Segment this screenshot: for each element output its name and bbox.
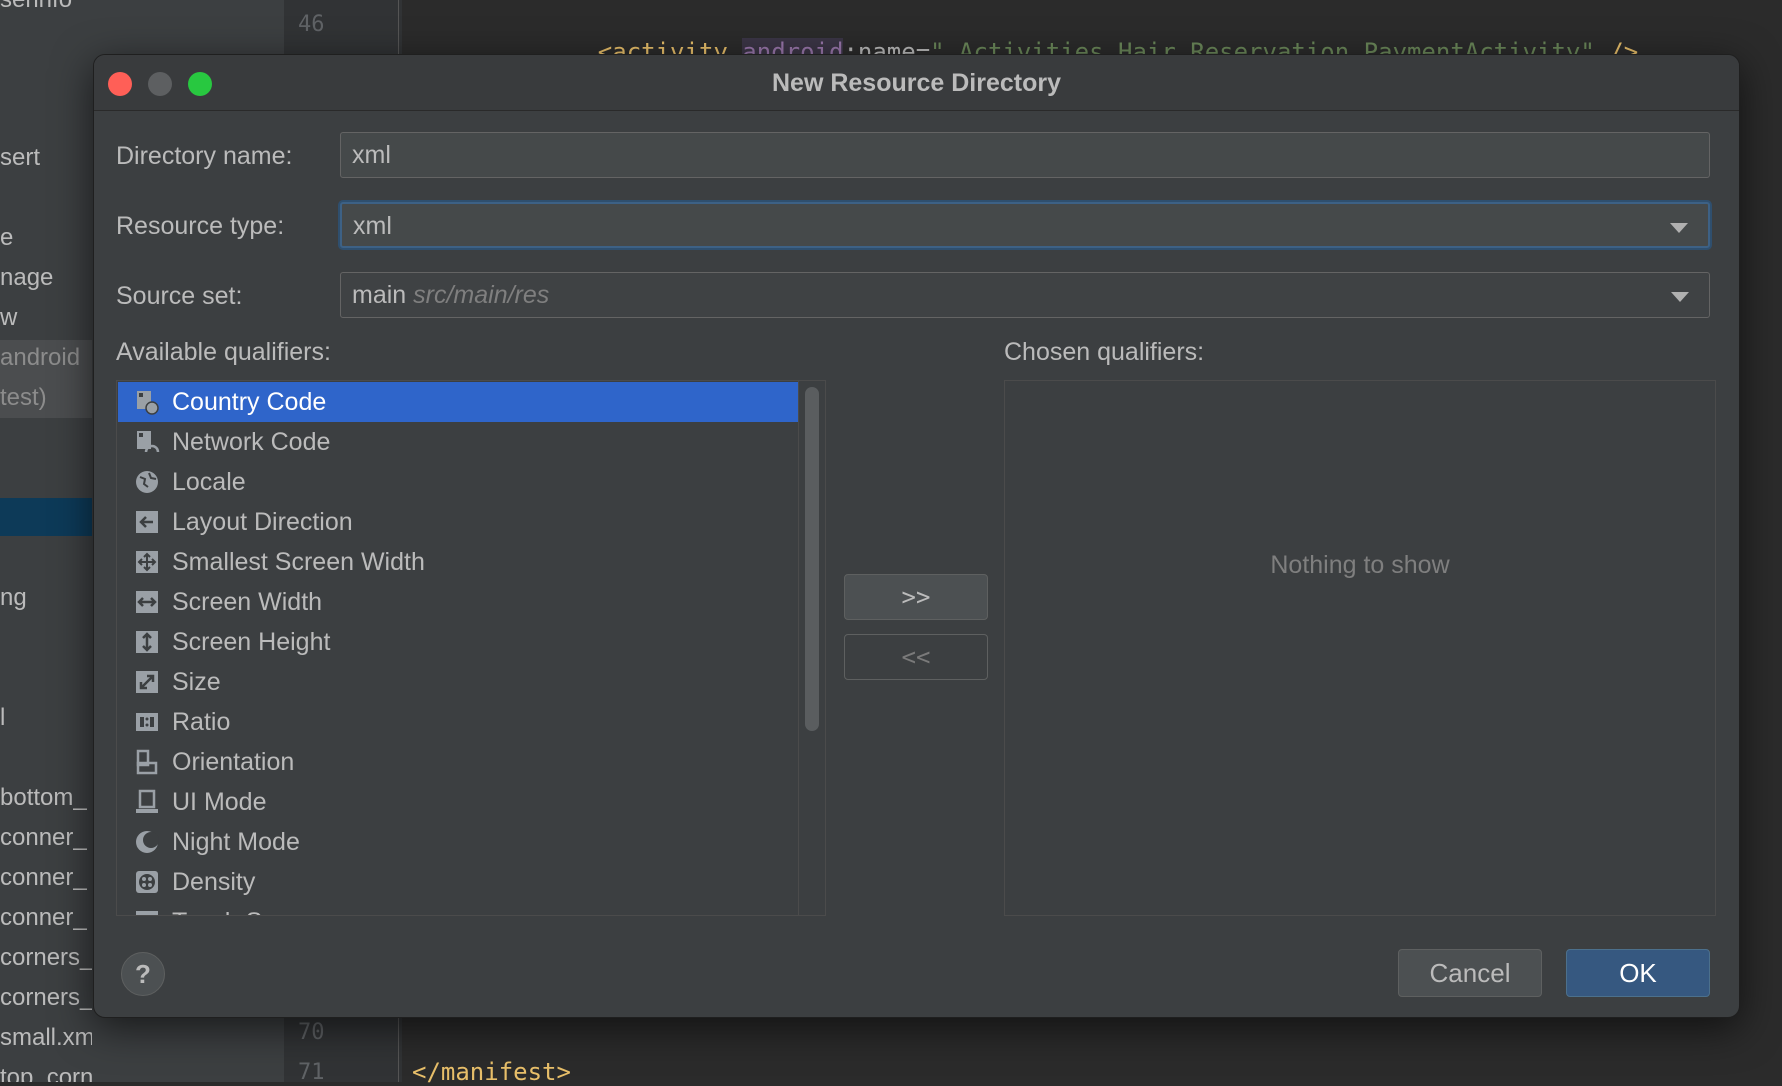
remove-qualifier-button[interactable]: <<	[844, 634, 988, 680]
tree-item[interactable]: conner_	[0, 864, 87, 892]
qualifier-item[interactable]: Country Code	[118, 382, 798, 422]
qualifier-item[interactable]: Locale	[118, 462, 798, 502]
qualifier-label: Screen Width	[172, 588, 323, 616]
tree-focus-highlight	[0, 498, 92, 536]
qualifier-item[interactable]: Screen Height	[118, 622, 798, 662]
qualifier-item[interactable]: UI Mode	[118, 782, 798, 822]
tree-item[interactable]: ng	[0, 584, 27, 612]
scrollbar[interactable]	[798, 381, 825, 915]
dialog-titlebar[interactable]: New Resource Directory	[94, 55, 1739, 111]
tree-item[interactable]: conner_	[0, 824, 87, 852]
qualifier-label: Locale	[172, 468, 246, 496]
size-icon	[134, 669, 160, 695]
smallest-width-icon	[134, 549, 160, 575]
country-code-icon	[134, 389, 160, 415]
resource-type-label: Resource type:	[116, 212, 285, 240]
network-code-icon	[134, 429, 160, 455]
qualifier-label: Country Code	[172, 388, 327, 416]
directory-name-input[interactable]: xml	[340, 132, 1710, 178]
tree-item[interactable]: w	[0, 304, 17, 332]
ratio-icon	[134, 709, 160, 735]
qualifier-label: Size	[172, 668, 221, 696]
chevron-down-icon[interactable]	[1671, 292, 1689, 302]
chevron-down-icon[interactable]	[1670, 223, 1688, 233]
qualifier-item[interactable]: Orientation	[118, 742, 798, 782]
new-resource-directory-dialog: New Resource Directory Directory name: x…	[93, 54, 1740, 1018]
night-mode-icon	[134, 829, 160, 855]
tree-item[interactable]: small.xml	[0, 1024, 92, 1052]
source-set-path-hint: src/main/res	[413, 281, 550, 309]
source-set-select[interactable]: main src/main/res	[340, 272, 1710, 318]
scrollbar-thumb[interactable]	[805, 387, 819, 731]
dialog-title: New Resource Directory	[771, 69, 1061, 97]
available-qualifiers-list[interactable]: Country Code Network Code Locale Layout Dir…	[116, 380, 826, 916]
tree-item[interactable]: serinfo	[0, 0, 72, 14]
ok-button[interactable]: OK	[1566, 949, 1710, 997]
tree-item[interactable]: top_corners_white.xr	[0, 1064, 92, 1082]
tree-item[interactable]: test)	[0, 384, 47, 412]
add-qualifier-button[interactable]: >>	[844, 574, 988, 620]
qualifier-item[interactable]: Network Code	[118, 422, 798, 462]
qualifier-item[interactable]: Layout Direction	[118, 502, 798, 542]
line-number: 71	[298, 1060, 325, 1085]
qualifier-item[interactable]: Screen Width	[118, 582, 798, 622]
orientation-icon	[134, 749, 160, 775]
tree-item[interactable]: corners_	[0, 984, 92, 1012]
qualifier-label: Smallest Screen Width	[172, 548, 425, 576]
tree-item[interactable]: android	[0, 344, 80, 372]
qualifier-label: Night Mode	[172, 828, 300, 856]
chosen-qualifiers-list[interactable]: Nothing to show	[1004, 380, 1716, 916]
ui-mode-icon	[134, 789, 160, 815]
qualifier-label: Screen Height	[172, 628, 331, 656]
qualifier-label: Touch Screen	[172, 908, 325, 915]
qualifier-label: Network Code	[172, 428, 331, 456]
qualifier-label: Layout Direction	[172, 508, 353, 536]
resource-type-select[interactable]: xml	[340, 202, 1710, 248]
qualifier-label: Ratio	[172, 708, 231, 736]
tree-item[interactable]: l	[0, 704, 5, 732]
available-qualifiers-label: Available qualifiers:	[116, 338, 331, 366]
project-tree-visible-strip: serinfo sert e nage w android test) ng l bottom_c…	[0, 0, 92, 1082]
line-number: 70	[298, 1020, 325, 1045]
qualifier-item[interactable]: Size	[118, 662, 798, 702]
qualifier-item[interactable]: Touch Screen	[118, 902, 798, 915]
tree-item[interactable]: e	[0, 224, 13, 252]
source-set-value: main	[352, 281, 414, 309]
resource-type-value: xml	[353, 212, 392, 240]
tree-item[interactable]: corners_	[0, 944, 92, 972]
qualifier-label: Density	[172, 868, 256, 896]
qualifier-label: Orientation	[172, 748, 295, 776]
qualifier-item[interactable]: Night Mode	[118, 822, 798, 862]
tree-item[interactable]: sert	[0, 144, 40, 172]
directory-name-label: Directory name:	[116, 142, 293, 170]
tree-item[interactable]: conner_	[0, 904, 87, 932]
qualifier-item[interactable]: Smallest Screen Width	[118, 542, 798, 582]
qualifier-label: UI Mode	[172, 788, 267, 816]
qualifier-item[interactable]: Density	[118, 862, 798, 902]
touch-screen-icon	[134, 909, 160, 915]
tree-item[interactable]: bottom_	[0, 784, 87, 812]
density-icon	[134, 869, 160, 895]
line-number: 46	[298, 12, 325, 37]
cancel-button[interactable]: Cancel	[1398, 949, 1542, 997]
layout-direction-icon	[134, 509, 160, 535]
screen-width-icon	[134, 589, 160, 615]
chosen-qualifiers-label: Chosen qualifiers:	[1004, 338, 1205, 366]
empty-state-text: Nothing to show	[1270, 551, 1450, 579]
globe-icon	[134, 469, 160, 495]
source-set-label: Source set:	[116, 282, 243, 310]
screen-height-icon	[134, 629, 160, 655]
tree-item[interactable]: nage	[0, 264, 53, 292]
qualifier-item[interactable]: Ratio	[118, 702, 798, 742]
help-button[interactable]: ?	[121, 952, 165, 996]
